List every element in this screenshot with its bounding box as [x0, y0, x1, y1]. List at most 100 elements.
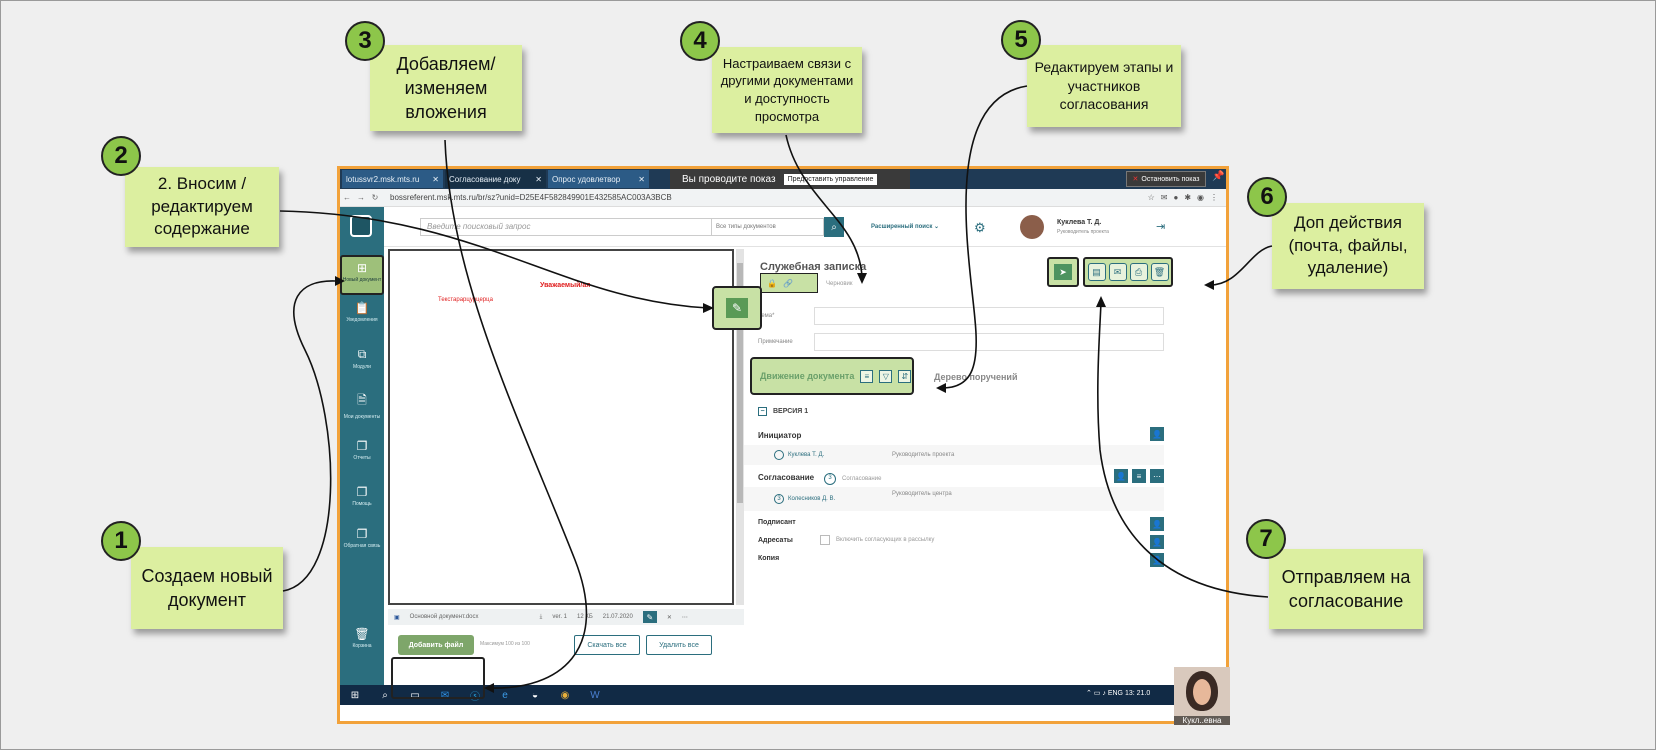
- badge-6: 6: [1247, 177, 1287, 217]
- highlight-edit-button[interactable]: ✎: [712, 286, 762, 330]
- initiator-row: Куклева Т. Д. Руководитель проекта: [744, 445, 1164, 465]
- gear-icon[interactable]: ⚙: [974, 220, 986, 236]
- star-icon[interactable]: ☆: [1148, 193, 1155, 202]
- windows-start-icon[interactable]: ⊞: [340, 690, 370, 701]
- pin-icon[interactable]: 📌: [1212, 171, 1226, 187]
- back-icon[interactable]: ←: [340, 193, 354, 202]
- word-icon[interactable]: W: [580, 690, 610, 701]
- search-button[interactable]: ⌕: [824, 217, 844, 237]
- trash-icon[interactable]: 🗑: [1150, 263, 1169, 281]
- tab-assignment-tree[interactable]: Дерево поручений: [934, 372, 1018, 382]
- download-icon[interactable]: ⤓: [540, 614, 543, 621]
- sidebar-item-feedback[interactable]: ❐ Обратная связь: [340, 527, 384, 549]
- print-icon[interactable]: ⎙: [1129, 263, 1148, 281]
- presenter-video: [1186, 671, 1218, 711]
- help-icon: ❐: [356, 485, 368, 499]
- forward-icon[interactable]: →: [354, 193, 368, 202]
- close-icon[interactable]: ✕: [432, 175, 439, 184]
- edge-icon[interactable]: e: [490, 690, 520, 701]
- tray-icons[interactable]: ⌃ ▭ ♪: [1086, 690, 1106, 697]
- reload-icon[interactable]: ↻: [368, 193, 382, 202]
- filter-icon[interactable]: ▽: [879, 369, 893, 383]
- note-input[interactable]: [814, 333, 1164, 351]
- user-name: Куклева Т. Д.: [1057, 219, 1102, 226]
- subject-input[interactable]: [814, 307, 1164, 325]
- user-role: Руководитель проекта: [1057, 229, 1109, 235]
- attachment-name[interactable]: Основной документ.docx: [410, 614, 530, 620]
- extension-icon[interactable]: ●: [1173, 193, 1178, 202]
- sidebar-item-label: Модули: [353, 364, 371, 370]
- browser-tab-2[interactable]: Согласование доку ✕: [445, 170, 546, 188]
- close-icon[interactable]: ✕: [638, 175, 645, 184]
- browser-tab-1[interactable]: lotussvr2.msk.mts.ru ✕: [342, 170, 443, 188]
- link-icon[interactable]: 🔗: [783, 279, 793, 288]
- initiator-name[interactable]: Куклева Т. Д.: [788, 452, 824, 458]
- url-input[interactable]: bossreferent.msk.mts.ru/br/sz?unid=D25E4…: [390, 193, 1148, 202]
- download-all-button[interactable]: Скачать все: [574, 635, 640, 655]
- advanced-search-link[interactable]: Расширенный поиск ⌄: [871, 223, 939, 230]
- approval-more-button[interactable]: ⋯: [1150, 469, 1164, 483]
- tab-movement-label: Движение документа: [760, 371, 855, 381]
- note-label: Примечание: [758, 339, 793, 345]
- delete-all-button[interactable]: Удалить все: [646, 635, 712, 655]
- sidebar-item-my-documents[interactable]: 🗎 Мои документы: [340, 391, 384, 420]
- search-input[interactable]: Введите поисковый запрос: [420, 218, 712, 236]
- sidebar-item-reports[interactable]: ❐ Отчеты: [340, 439, 384, 461]
- close-icon[interactable]: ✕: [535, 175, 542, 184]
- grant-control-button[interactable]: Предоставить управление: [783, 173, 878, 185]
- language-indicator[interactable]: ENG: [1108, 690, 1123, 697]
- mail-icon[interactable]: ✉: [1161, 193, 1168, 202]
- attachment-version: ver. 1: [552, 614, 568, 620]
- add-approver-button[interactable]: 👤: [1114, 469, 1128, 483]
- badge-5: 5: [1001, 20, 1041, 60]
- links-access-controls[interactable]: 🔒 🔗: [760, 273, 818, 293]
- add-file-button[interactable]: Добавить файл: [398, 635, 474, 655]
- highlight-add-file: [391, 657, 485, 699]
- menu-icon[interactable]: ⋮: [1210, 193, 1218, 202]
- sort-icon[interactable]: ⇵: [898, 369, 912, 383]
- sidebar-item-new-document[interactable]: ⊞ Новый документ: [340, 255, 384, 295]
- include-approvers-checkbox[interactable]: [820, 535, 830, 545]
- attachment-date: 21.07.2020: [602, 614, 633, 620]
- signer-label: Подписант: [758, 519, 796, 526]
- stop-sharing-button[interactable]: ✕ Остановить показ: [1126, 171, 1206, 187]
- lock-icon[interactable]: 🔒: [767, 279, 777, 288]
- more-icon[interactable]: ⋯: [682, 614, 688, 621]
- collapse-icon[interactable]: −: [758, 407, 767, 416]
- avatar[interactable]: [1020, 215, 1044, 239]
- browser-tab-3[interactable]: Опрос удовлетвор ✕: [548, 170, 649, 188]
- note-6-text: Доп действия (почта, файлы, удаление): [1288, 212, 1408, 278]
- note-1: Создаем новый документ: [131, 547, 283, 629]
- sidebar-item-notifications[interactable]: 📋 Уведомления: [340, 301, 384, 323]
- doc-type-select[interactable]: Все типы документов: [712, 218, 824, 236]
- badge-3: 3: [345, 21, 385, 61]
- puzzle-icon[interactable]: ✱: [1184, 193, 1191, 202]
- logout-icon[interactable]: ⇥: [1156, 220, 1165, 233]
- sidebar-item-modules[interactable]: ⧉ Модули: [340, 347, 384, 370]
- profile-icon[interactable]: ◉: [1197, 193, 1204, 202]
- presenter-name: Кукл..евна: [1174, 716, 1230, 725]
- file-icon[interactable]: ▤: [1087, 263, 1106, 281]
- edit-attachment-button[interactable]: ✎: [642, 611, 657, 623]
- mail-icon[interactable]: ✉: [1108, 263, 1127, 281]
- sidebar-item-label: Помощь: [352, 501, 372, 507]
- screen-share-bar: Вы проводите показ Предоставить управлен…: [670, 169, 910, 189]
- add-initiator-button[interactable]: 👤: [1150, 427, 1164, 441]
- sidebar-item-trash[interactable]: 🗑 Корзина: [340, 627, 384, 649]
- document-editor[interactable]: Уважаемый/ая Текстарарцурцерца: [388, 249, 734, 605]
- version-header[interactable]: − ВЕРСИЯ 1: [758, 407, 808, 416]
- close-icon[interactable]: ✕: [667, 614, 672, 621]
- chrome-icon[interactable]: ◉: [550, 690, 580, 701]
- tab-document-movement[interactable]: Движение документа ≡ ▽ ⇵: [750, 357, 914, 395]
- settings-icon[interactable]: ≡: [860, 369, 874, 383]
- add-copy-button[interactable]: 👤: [1150, 553, 1164, 567]
- add-recipient-button[interactable]: 👤: [1150, 535, 1164, 549]
- note-2: 2. Вносим / редактируем содержание: [125, 167, 279, 247]
- app-icon[interactable]: ◒: [520, 690, 550, 701]
- sidebar-item-help[interactable]: ❐ Помощь: [340, 485, 384, 507]
- approval-settings-button[interactable]: ≡: [1132, 469, 1146, 483]
- approver-name[interactable]: Колесников Д. В.: [788, 496, 835, 502]
- app-logo[interactable]: [350, 215, 372, 237]
- send-for-approval-button[interactable]: ➤: [1047, 257, 1079, 287]
- add-signer-button[interactable]: 👤: [1150, 517, 1164, 531]
